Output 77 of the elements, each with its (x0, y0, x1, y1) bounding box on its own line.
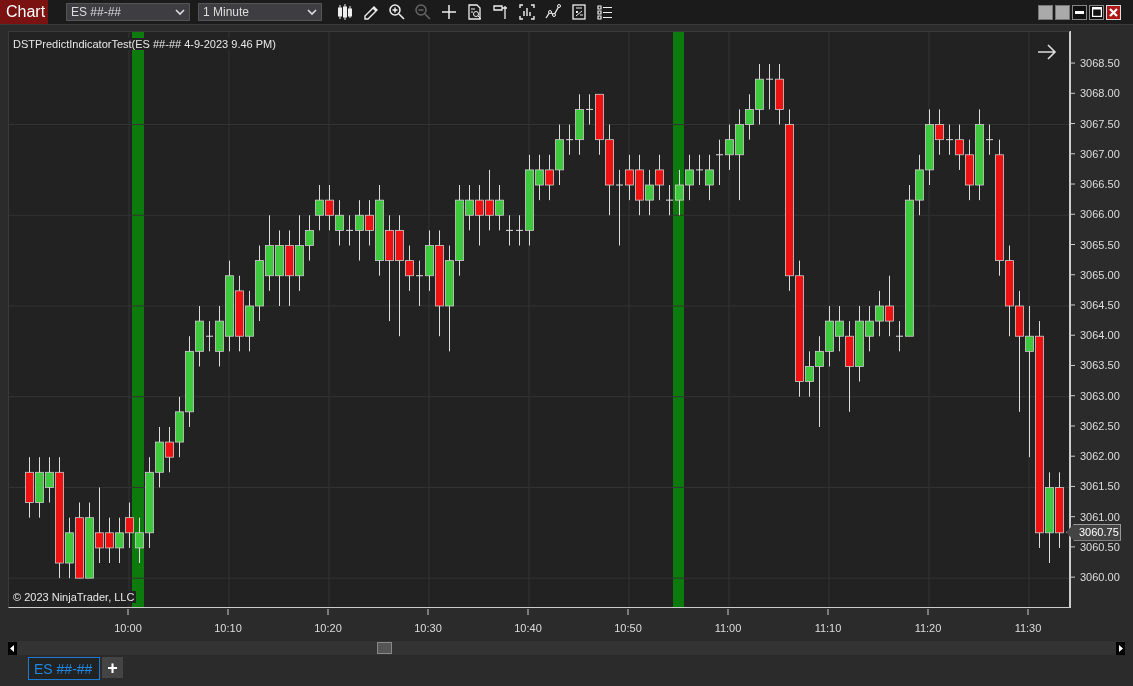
arrow-icon[interactable] (1037, 44, 1057, 60)
scroll-right-icon[interactable] (1116, 641, 1125, 655)
time-label: 10:10 (214, 622, 242, 635)
scroll-left-icon[interactable] (8, 641, 17, 655)
time-label: 10:40 (514, 622, 542, 635)
candlestick (415, 260, 424, 307)
instrument-dropdown[interactable]: ES ##-## (66, 3, 190, 21)
price-label: 3067.00 (1080, 147, 1120, 160)
crosshair-icon[interactable] (440, 3, 458, 21)
time-label: 11:00 (714, 622, 742, 635)
time-label: 10:20 (314, 622, 342, 635)
maximize-icon (1091, 7, 1102, 17)
price-label: 3062.00 (1080, 450, 1120, 463)
candlestick (895, 320, 904, 352)
candlestick (705, 154, 714, 201)
close-icon (1109, 7, 1118, 17)
horizontal-scrollbar[interactable] (8, 641, 1125, 655)
candlestick-icon[interactable] (336, 3, 354, 21)
candlestick (515, 214, 524, 246)
candlestick (615, 169, 624, 246)
candlestick (585, 93, 594, 126)
price-label: 3064.00 (1080, 329, 1120, 342)
time-label: 10:00 (114, 622, 142, 635)
candlestick (345, 214, 354, 246)
price-label: 3068.00 (1080, 87, 1120, 100)
panel-icon[interactable] (492, 3, 510, 21)
minimize-button[interactable] (1072, 4, 1087, 20)
price-label: 3065.00 (1080, 268, 1120, 281)
price-label: 3066.50 (1080, 178, 1120, 190)
time-label: 11:30 (1014, 622, 1042, 635)
list-icon[interactable] (596, 3, 614, 21)
price-label: 3060.50 (1080, 540, 1120, 553)
time-label: 11:10 (814, 622, 842, 635)
interval-dropdown[interactable]: 1 Minute (198, 3, 322, 21)
price-label: 3061.00 (1080, 510, 1120, 523)
price-label: 3064.50 (1080, 298, 1120, 311)
candlestick (505, 214, 514, 246)
candlestick (665, 184, 674, 216)
minimize-icon (1075, 10, 1084, 14)
time-label: 11:20 (914, 622, 942, 635)
candlestick (695, 154, 704, 186)
window-button[interactable] (1055, 4, 1070, 20)
document-search-icon[interactable] (466, 3, 484, 21)
candlestick (765, 63, 774, 110)
copyright-text: © 2023 NinjaTrader, LLC (13, 591, 137, 603)
zoom-out-icon[interactable] (414, 3, 432, 21)
time-label: 10:50 (614, 622, 642, 635)
window-button[interactable] (1038, 4, 1053, 20)
zoom-in-icon[interactable] (388, 3, 406, 21)
candlestick (715, 139, 724, 186)
candlestick (205, 320, 214, 352)
window-title: Chart (0, 0, 48, 24)
add-tab-button[interactable]: + (102, 657, 123, 678)
chevron-icon (175, 8, 185, 16)
price-label: 3061.50 (1080, 480, 1120, 493)
time-label: 10:30 (414, 622, 442, 635)
price-label: 3066.00 (1080, 208, 1120, 221)
price-label: 3060.00 (1080, 571, 1120, 584)
price-label: 3063.50 (1080, 359, 1120, 372)
bar-chart-icon[interactable] (518, 3, 536, 21)
maximize-button[interactable] (1089, 4, 1104, 20)
price-label: 3067.50 (1080, 117, 1120, 130)
price-label: 3062.50 (1080, 419, 1120, 432)
scroll-thumb[interactable] (377, 642, 392, 654)
candlestick (945, 124, 954, 156)
chevron-icon (307, 8, 317, 16)
price-label: 3065.50 (1080, 238, 1120, 251)
candlestick (565, 124, 574, 156)
line-chart-icon[interactable] (544, 3, 562, 21)
current-price-label: 3060.75 (1066, 523, 1121, 541)
close-button[interactable] (1106, 4, 1121, 20)
candlestick (985, 124, 994, 156)
indicator-label: DSTPredictIndicatorTest(ES ##-## 4-9-2023 9.46 PM) (13, 38, 278, 50)
chart-tab[interactable]: ES ##-## (28, 657, 100, 680)
calculator-icon[interactable] (570, 3, 588, 21)
price-label: 3068.50 (1080, 57, 1120, 70)
price-label: 3063.00 (1080, 389, 1120, 402)
